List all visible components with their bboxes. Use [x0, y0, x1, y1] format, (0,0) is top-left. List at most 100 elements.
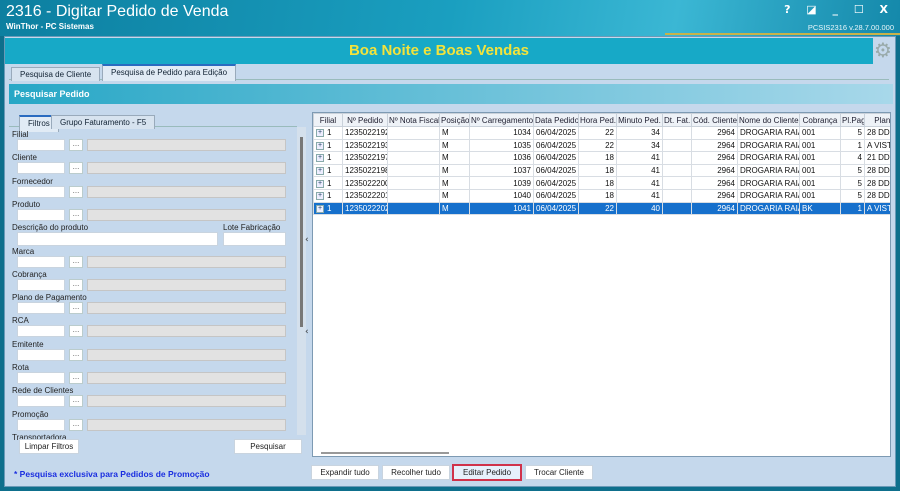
- tab-grupo-faturamento[interactable]: Grupo Faturamento - F5: [51, 115, 156, 129]
- expand-icon[interactable]: +: [316, 141, 324, 150]
- lookup-button[interactable]: ...: [69, 208, 83, 221]
- table-row[interactable]: +1 1235022201 M 1040 06/04/2025 18 41 2964 DROGA…: [313, 188, 890, 203]
- column-header[interactable]: Cód. Cliente: [691, 113, 738, 127]
- recolher-tudo-button[interactable]: Recolher tudo: [382, 465, 450, 480]
- table-row[interactable]: +1 1235022202 M 1041 06/04/2025 22 40 2964 DROGA…: [313, 201, 890, 216]
- table-cell: 2964: [691, 138, 738, 153]
- table-cell: M: [439, 188, 470, 203]
- table-cell: [662, 151, 692, 165]
- table-cell: 1: [840, 201, 865, 216]
- lookup-button[interactable]: ...: [69, 395, 83, 408]
- collapse-icon[interactable]: ‹: [305, 327, 309, 337]
- filter-code-input[interactable]: [17, 162, 65, 175]
- expand-icon[interactable]: +: [316, 166, 324, 175]
- column-header[interactable]: Hora Ped.: [578, 113, 617, 127]
- table-cell: M: [439, 163, 470, 178]
- tab-pesquisa-pedido[interactable]: Pesquisa de Pedido para Edição: [102, 64, 237, 81]
- lookup-button[interactable]: ...: [69, 302, 83, 315]
- column-header[interactable]: Plano: [864, 113, 890, 127]
- trocar-cliente-button[interactable]: Trocar Cliente: [525, 465, 593, 480]
- lookup-button[interactable]: ...: [69, 255, 83, 268]
- filter-description-field: [87, 418, 286, 431]
- lookup-button[interactable]: ...: [69, 162, 83, 175]
- editar-pedido-button[interactable]: Editar Pedido: [452, 464, 522, 481]
- filter-label: Cobrança: [12, 269, 47, 279]
- filter-description-field: [87, 208, 286, 221]
- desc-produto-input[interactable]: [17, 232, 218, 247]
- lookup-button[interactable]: ...: [69, 325, 83, 338]
- filter-label: Rede de Clientes: [12, 386, 74, 396]
- table-cell: 2964: [691, 201, 738, 216]
- filter-code-input[interactable]: [17, 348, 65, 361]
- table-cell: 1036: [469, 151, 534, 165]
- lote-input[interactable]: [223, 232, 286, 247]
- table-cell: 2964: [691, 188, 738, 203]
- column-header[interactable]: Nº Pedido: [342, 113, 388, 127]
- table-cell: 5: [840, 176, 865, 190]
- gear-icon[interactable]: ⚙: [873, 38, 893, 62]
- filter-code-input[interactable]: [17, 395, 65, 408]
- table-cell: [662, 188, 692, 203]
- limpar-filtros-button[interactable]: Limpar Filtros: [19, 439, 79, 454]
- lookup-button[interactable]: ...: [69, 372, 83, 384]
- column-header[interactable]: Nº Nota Fiscal: [387, 113, 440, 127]
- pesquisar-button[interactable]: Pesquisar: [234, 439, 302, 454]
- table-row[interactable]: +1 1235022198 M 1037 06/04/2025 18 41 2964 DROGA…: [313, 163, 890, 178]
- expandir-tudo-button[interactable]: Expandir tudo: [311, 465, 379, 480]
- table-cell: 1039: [469, 176, 534, 190]
- table-cell: +1: [313, 188, 343, 203]
- lookup-button[interactable]: ...: [69, 348, 83, 361]
- lookup-button[interactable]: ...: [69, 185, 83, 198]
- main-frame: Boa Noite e Boas Vendas ⚙ Pesquisa de Cl…: [4, 36, 896, 487]
- lote-label: Lote Fabricação: [223, 223, 281, 233]
- table-row[interactable]: +1 1235022193 M 1035 06/04/2025 22 34 2964 DROGA…: [313, 138, 890, 153]
- filter-code-input[interactable]: [17, 325, 65, 338]
- filter-code-input[interactable]: [17, 302, 65, 315]
- table-cell: 41: [616, 188, 663, 203]
- collapse-icon[interactable]: ‹: [305, 235, 309, 245]
- tab-pesquisa-cliente[interactable]: Pesquisa de Cliente: [11, 67, 101, 81]
- table-row[interactable]: +1 1235022192 M 1034 06/04/2025 22 34 2964 DROGA…: [313, 126, 890, 140]
- table-cell: 18: [578, 163, 617, 178]
- column-header[interactable]: Minuto Ped.: [616, 113, 663, 127]
- lookup-button[interactable]: ...: [69, 278, 83, 291]
- table-cell: 5: [840, 126, 865, 140]
- table-row[interactable]: +1 1235022197 M 1036 06/04/2025 18 41 2964 DROGA…: [313, 151, 890, 165]
- filter-code-input[interactable]: [17, 185, 65, 198]
- expand-icon[interactable]: +: [316, 154, 324, 163]
- column-header[interactable]: Nome do Cliente: [737, 113, 800, 127]
- table-cell: DROGARIA RAIA: [737, 201, 800, 216]
- column-header[interactable]: Posição: [439, 113, 470, 127]
- window-controls[interactable]: ? ◪ _ ☐ X: [784, 3, 894, 16]
- expand-icon[interactable]: +: [316, 129, 324, 138]
- table-cell: 06/04/2025: [533, 138, 579, 153]
- expand-icon[interactable]: +: [316, 179, 324, 188]
- filter-code-input[interactable]: [17, 208, 65, 221]
- column-header[interactable]: Pl.Pag.: [840, 113, 865, 127]
- column-header[interactable]: Filial: [313, 113, 343, 127]
- column-header[interactable]: Data Pedido: [533, 113, 579, 127]
- column-header[interactable]: Cobrança: [799, 113, 841, 127]
- table-cell: DROGARIA RAIA: [737, 176, 800, 190]
- filter-scrollbar[interactable]: [297, 127, 306, 435]
- lookup-button[interactable]: ...: [69, 139, 83, 151]
- filter-code-input[interactable]: [17, 139, 65, 151]
- table-cell: 06/04/2025: [533, 151, 579, 165]
- filter-code-input[interactable]: [17, 255, 65, 268]
- filter-code-input[interactable]: [17, 418, 65, 431]
- column-header[interactable]: Nº Carregamento: [469, 113, 534, 127]
- table-row[interactable]: +1 1235022200 M 1039 06/04/2025 18 41 2964 DROGA…: [313, 176, 890, 190]
- filter-description-field: [87, 372, 286, 384]
- horizontal-scrollbar[interactable]: [321, 452, 449, 454]
- column-header[interactable]: Dt. Fat.: [662, 113, 692, 127]
- filter-label: Marca: [12, 246, 35, 256]
- expand-icon[interactable]: +: [316, 204, 324, 213]
- table-cell: [387, 176, 440, 190]
- expand-icon[interactable]: +: [316, 192, 324, 201]
- table-cell: 001: [799, 176, 841, 190]
- filter-label: Promoção: [12, 409, 49, 419]
- lookup-button[interactable]: ...: [69, 418, 83, 431]
- filter-description-field: [87, 395, 286, 408]
- filter-code-input[interactable]: [17, 372, 65, 384]
- filter-code-input[interactable]: [17, 278, 65, 291]
